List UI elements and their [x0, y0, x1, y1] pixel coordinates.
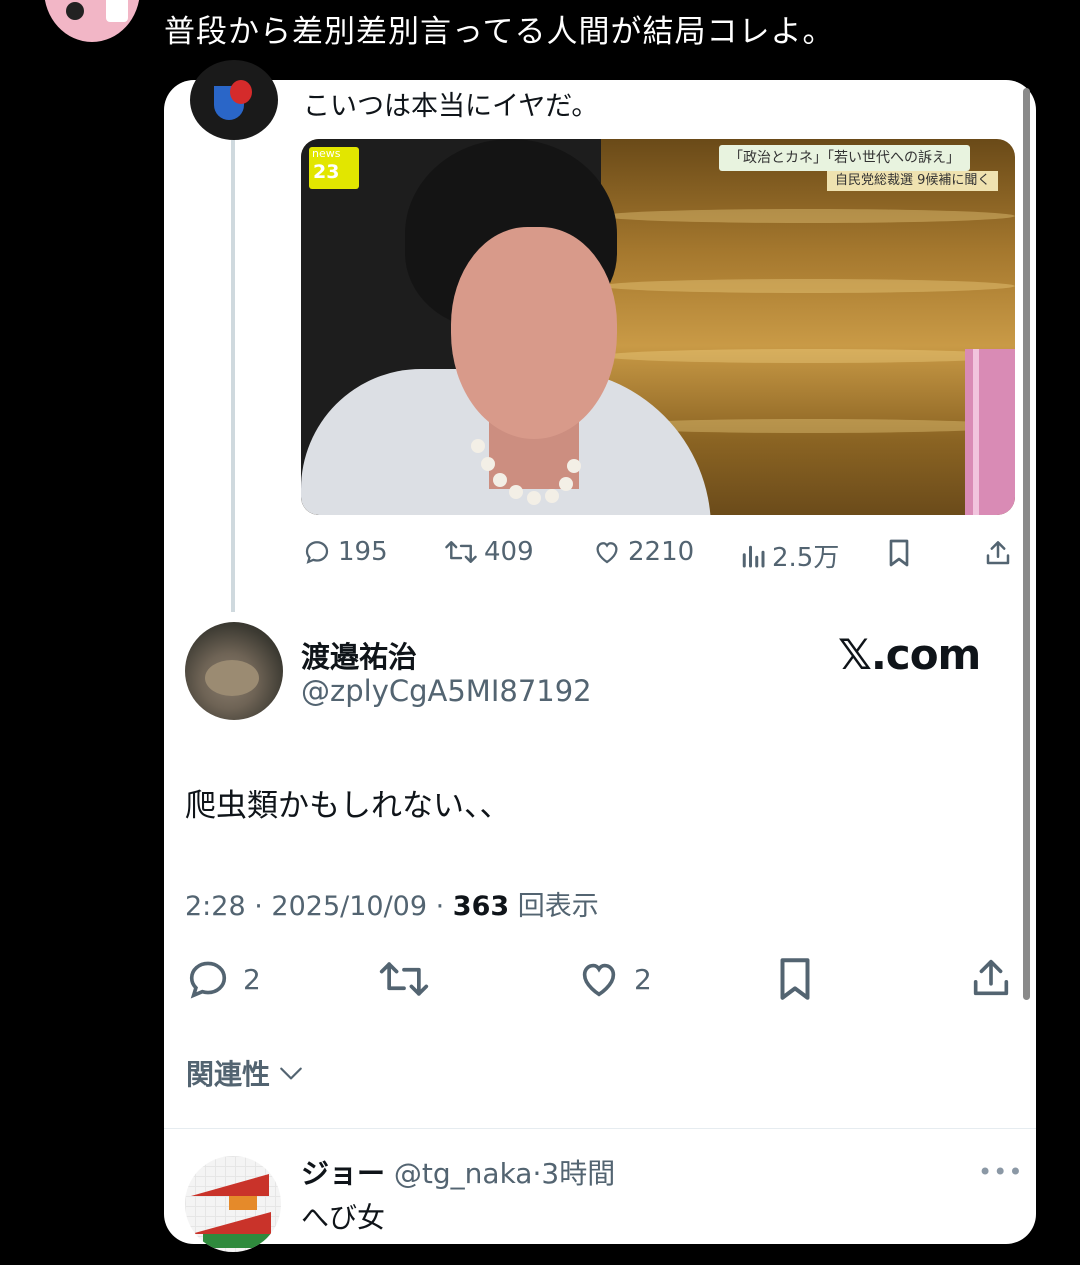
quoted-reply-button[interactable]: 195: [302, 537, 388, 567]
bookmark-icon: [889, 539, 909, 567]
relevance-label: 関連性: [186, 1058, 271, 1091]
share-icon: [986, 541, 1010, 565]
view-count: 2.5万: [772, 543, 840, 573]
outer-post-text: 普段から差別差別言ってる人間が結局コレよ。: [164, 14, 835, 50]
pearl: [509, 485, 523, 499]
pearl: [481, 457, 495, 471]
reply-text: 爬虫類かもしれない、、: [185, 788, 511, 824]
next-reply-header: ジョー @tg_naka·3時間: [301, 1152, 615, 1192]
reply-icon: [189, 961, 227, 999]
repost-button[interactable]: [378, 956, 430, 1002]
reply-button[interactable]: 2: [185, 956, 261, 1002]
repost-icon: [445, 541, 477, 563]
reply-handle[interactable]: @zplyCgA5MI87192: [301, 674, 592, 708]
quoted-share-button[interactable]: [983, 537, 1013, 569]
avatar-graphic: [203, 1234, 273, 1248]
avatar-graphic: [191, 1212, 271, 1234]
tv-caption-top: 「政治とカネ」「若い世代への訴え」: [719, 145, 970, 171]
avatar-graphic: [106, 0, 128, 22]
more-options-icon[interactable]: •••: [978, 1158, 1023, 1186]
outer-avatar[interactable]: [44, 0, 140, 42]
reply-count: 2: [243, 962, 261, 996]
reply-icon: [305, 541, 329, 564]
separator: ·: [254, 891, 272, 922]
avatar-graphic: [229, 1196, 257, 1210]
repost-icon: [379, 962, 429, 996]
post-date[interactable]: 2025/10/09: [271, 891, 427, 922]
divider: [164, 1128, 1036, 1129]
avatar-graphic: [191, 1174, 269, 1196]
like-count: 2210: [628, 537, 695, 567]
thread-connector-line: [231, 140, 235, 612]
quoted-like-button[interactable]: 2210: [592, 537, 694, 567]
wall-pattern: [601, 279, 1015, 293]
post-time[interactable]: 2:28: [185, 891, 246, 922]
next-reply-text: へび女: [301, 1201, 386, 1234]
quoted-repost-button[interactable]: 409: [444, 537, 534, 567]
pearl: [493, 473, 507, 487]
bookmark-button[interactable]: [774, 954, 816, 1004]
relevance-sort-dropdown[interactable]: 関連性: [186, 1053, 304, 1093]
avatar-graphic: [205, 660, 259, 696]
views-label: 回表示: [517, 891, 599, 922]
tv-news-image[interactable]: news 23 「政治とカネ」「若い世代への訴え」 自民党総裁選 9候補に聞く: [301, 139, 1015, 515]
next-reply-handle[interactable]: @tg_naka: [394, 1157, 533, 1190]
next-reply-time[interactable]: 3時間: [541, 1157, 615, 1190]
views-icon: [742, 545, 765, 567]
share-icon: [973, 959, 1009, 996]
reply-avatar[interactable]: [185, 622, 283, 720]
avatar-graphic: [230, 80, 252, 104]
heart-icon: [596, 542, 618, 564]
separator: ·: [435, 891, 453, 922]
quoted-views-button[interactable]: 2.5万: [740, 537, 839, 574]
pearl: [559, 477, 573, 491]
repost-count: 409: [484, 537, 534, 567]
set-decoration: [973, 349, 979, 515]
quoted-post-text: こいつは本当にイヤだ。: [303, 91, 599, 122]
like-count: 2: [634, 962, 652, 996]
pearl: [545, 489, 559, 503]
quoted-post-avatar[interactable]: [190, 60, 278, 140]
pearl: [471, 439, 485, 453]
like-button[interactable]: 2: [576, 956, 652, 1002]
x-com-label: 𝕏.com: [838, 630, 981, 679]
view-count: 363: [452, 891, 510, 922]
wall-pattern: [601, 349, 1015, 363]
news23-logo-number: 23: [313, 161, 340, 183]
reply-display-name[interactable]: 渡邉祐治: [301, 634, 417, 676]
chevron-down-icon: [280, 1067, 302, 1080]
pearl: [527, 491, 541, 505]
next-reply-display-name[interactable]: ジョー: [301, 1157, 385, 1190]
heart-icon: [582, 963, 616, 997]
scrollbar[interactable]: [1023, 88, 1030, 1000]
quoted-bookmark-button[interactable]: [885, 537, 913, 569]
share-button[interactable]: [968, 954, 1014, 1002]
person-face: [451, 227, 617, 439]
next-reply-avatar[interactable]: [185, 1156, 281, 1252]
avatar-graphic: [66, 2, 84, 20]
wall-pattern: [601, 209, 1015, 223]
reply-count: 195: [338, 537, 388, 567]
bookmark-icon: [780, 958, 810, 1000]
tv-caption-bottom: 自民党総裁選 9候補に聞く: [827, 171, 999, 191]
post-meta: 2:28 · 2025/10/09 · 363 回表示: [185, 884, 599, 923]
news23-logo-text: news: [312, 147, 341, 160]
pearl: [567, 459, 581, 473]
